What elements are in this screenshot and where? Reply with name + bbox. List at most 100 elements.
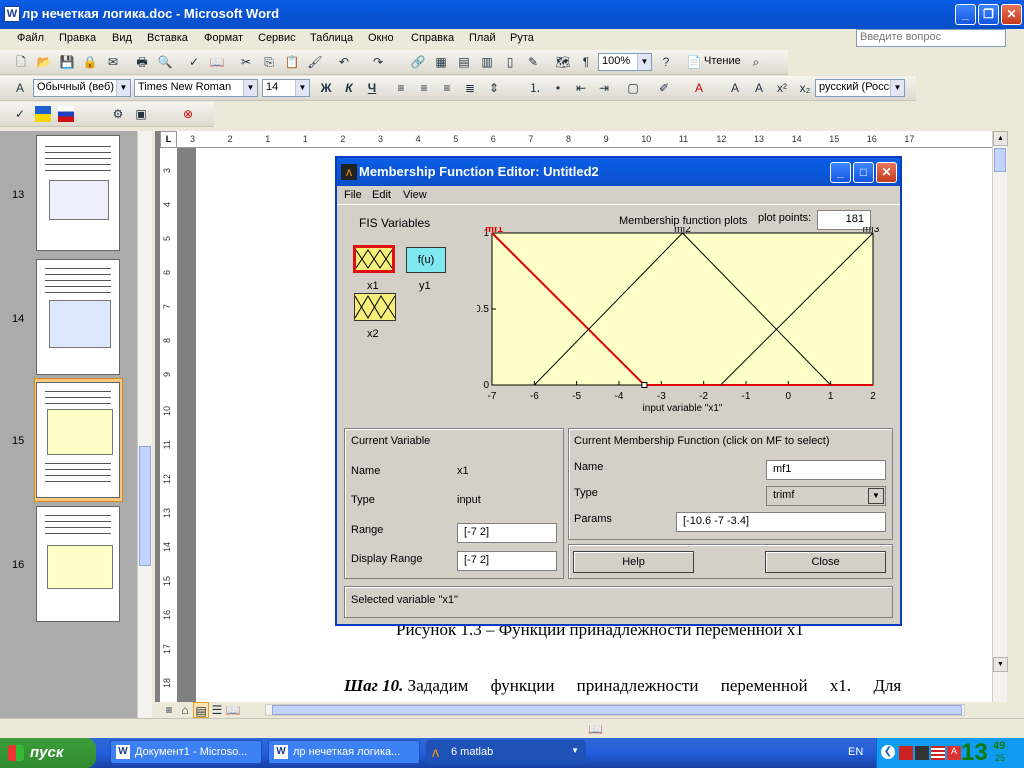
font-color-icon[interactable]: A	[691, 80, 707, 96]
spelling-icon[interactable]: ✓	[186, 54, 202, 70]
display-range-input[interactable]: [-7 2]	[457, 551, 557, 571]
subscript-icon[interactable]: x₂	[797, 80, 813, 96]
zoom-select[interactable]: 100% ▼	[598, 53, 652, 71]
mf-name-input[interactable]: mf1	[766, 460, 886, 480]
justify-icon[interactable]: ≣	[462, 80, 478, 96]
mf-menu-edit[interactable]: Edit	[372, 189, 391, 201]
abc-check-icon[interactable]: ✓	[12, 106, 28, 122]
hyperlink-icon[interactable]: 🔗	[410, 54, 426, 70]
menu-table[interactable]: Таблица	[310, 32, 353, 44]
thumbnails-scrollbar[interactable]	[137, 131, 152, 718]
scroll-thumb[interactable]	[139, 446, 151, 566]
mf-maximize-button[interactable]: □	[853, 162, 874, 183]
bold-button[interactable]: Ж	[318, 80, 334, 96]
ukraine-flag-icon[interactable]	[35, 106, 51, 122]
ask-question-input[interactable]: Введите вопрос	[856, 29, 1006, 47]
mf-label-mf3[interactable]: mf3	[863, 227, 880, 235]
new-icon[interactable]: 🗋	[13, 54, 29, 70]
frame-icon[interactable]: ▣	[133, 106, 149, 122]
vertical-ruler[interactable]: 3 4 5 6 7 8 9 10 11 12 13 14 15 16 17 18	[160, 148, 177, 702]
close-button[interactable]: ✕	[1001, 4, 1022, 25]
print-view-icon[interactable]: ▤	[193, 702, 209, 718]
thumbnail-page-16[interactable]	[36, 506, 120, 622]
paste-icon[interactable]: 📋	[284, 54, 300, 70]
us-flag-icon[interactable]	[931, 746, 945, 760]
decrease-indent-icon[interactable]: ⇤	[573, 80, 589, 96]
save-icon[interactable]: 💾	[59, 54, 75, 70]
borders-icon[interactable]: ▢	[625, 80, 641, 96]
mf-handle[interactable]	[641, 382, 648, 388]
document-scrollbar[interactable]: ▲ ▼	[992, 131, 1008, 702]
reading-view-icon[interactable]: 📖	[225, 702, 241, 718]
russia-flag-icon[interactable]	[58, 106, 74, 122]
params-input[interactable]: [-10.6 -7 -3.4]	[676, 512, 886, 532]
insert-table-icon[interactable]: ▤	[456, 54, 472, 70]
pilcrow-icon[interactable]: ¶	[578, 54, 594, 70]
var-x1-box[interactable]	[353, 245, 395, 273]
cut-icon[interactable]: ✂	[238, 54, 254, 70]
mf-label-mf2[interactable]: mf2	[674, 227, 691, 235]
binoculars-icon[interactable]: ⌕	[748, 54, 764, 70]
plot-area[interactable]	[491, 232, 874, 386]
horizontal-scrollbar[interactable]	[265, 704, 965, 716]
web-view-icon[interactable]: ⌂	[177, 702, 193, 718]
horizontal-ruler[interactable]: L 3 2 1 1 2 3 4 5 6 7 8 9 10 11 12 13 14 15 16 17	[160, 131, 995, 148]
word-icon[interactable]: W	[4, 6, 20, 22]
tool-icon[interactable]: ⚙	[110, 106, 126, 122]
minimize-button[interactable]: _	[955, 4, 976, 25]
print-icon[interactable]: 🖶	[134, 54, 150, 70]
italic-button[interactable]: К	[341, 80, 357, 96]
task-matlab[interactable]: ᴧ 6 matlab ▼	[426, 740, 586, 764]
menu-help[interactable]: Справка	[411, 32, 454, 44]
mf-type-select[interactable]: trimf ▼	[766, 486, 886, 506]
style-select[interactable]: Обычный (веб) ▼	[33, 79, 131, 97]
menu-edit[interactable]: Правка	[59, 32, 96, 44]
outline-view-icon[interactable]: ☰	[209, 702, 225, 718]
menu-file[interactable]: Файл	[17, 32, 44, 44]
grow-font-icon[interactable]: A	[727, 80, 743, 96]
clock-hours[interactable]: 13	[961, 739, 988, 767]
thumbnail-page-13[interactable]	[36, 135, 120, 251]
scroll-up-icon[interactable]: ▲	[993, 131, 1008, 146]
chevron-down-icon[interactable]: ▼	[868, 488, 884, 504]
permission-icon[interactable]: 🔒	[82, 54, 98, 70]
format-painter-icon[interactable]: 🖌	[307, 54, 323, 70]
thumbnail-page-14[interactable]	[36, 259, 120, 375]
underline-button[interactable]: Ч	[364, 80, 380, 96]
redo-icon[interactable]: ↷	[370, 54, 386, 70]
insert-excel-icon[interactable]: ▥	[479, 54, 495, 70]
open-icon[interactable]: 📂	[36, 54, 52, 70]
tray-app-icon[interactable]	[915, 746, 929, 760]
help-button[interactable]: Help	[573, 551, 694, 573]
menu-window[interactable]: Окно	[368, 32, 394, 44]
thumbnail-page-15[interactable]	[36, 382, 120, 498]
copy-icon[interactable]: ⎘	[261, 54, 277, 70]
read-button[interactable]: Чтение	[704, 55, 741, 67]
mf-minimize-button[interactable]: _	[830, 162, 851, 183]
align-right-icon[interactable]: ≡	[439, 80, 455, 96]
menu-tools[interactable]: Сервис	[258, 32, 296, 44]
task-lr-doc[interactable]: W лр нечеткая логика...	[268, 740, 420, 764]
menu-ruta[interactable]: Рута	[510, 32, 534, 44]
read-icon[interactable]: 📄	[686, 54, 702, 70]
mf-menu-view[interactable]: View	[403, 189, 427, 201]
mf-plot[interactable]: -7 -6 -5 -4 -3 -2 -1 0 1 200.51mf1 mf2 mf3input var…	[477, 227, 897, 423]
mf-menu-file[interactable]: File	[344, 189, 362, 201]
menu-view[interactable]: Вид	[112, 32, 132, 44]
mf-label-mf1[interactable]: mf1	[485, 227, 503, 235]
start-button[interactable]: пуск	[0, 738, 96, 768]
scroll-thumb[interactable]	[994, 148, 1006, 172]
shrink-font-icon[interactable]: A	[751, 80, 767, 96]
font-select[interactable]: Times New Roman ▼	[134, 79, 258, 97]
normal-view-icon[interactable]: ≡	[161, 702, 177, 718]
tables-borders-icon[interactable]: ▦	[433, 54, 449, 70]
preview-icon[interactable]: 🔍	[157, 54, 173, 70]
highlight-icon[interactable]: ✐	[656, 80, 672, 96]
menu-play[interactable]: Плай	[469, 32, 496, 44]
email-icon[interactable]: ✉	[105, 54, 121, 70]
language-select[interactable]: русский (Росси ▼	[815, 79, 905, 97]
stop-icon[interactable]: ⊗	[180, 106, 196, 122]
mf-close-dialog-button[interactable]: Close	[765, 551, 886, 573]
align-left-icon[interactable]: ≡	[393, 80, 409, 96]
bullets-icon[interactable]: •	[550, 80, 566, 96]
